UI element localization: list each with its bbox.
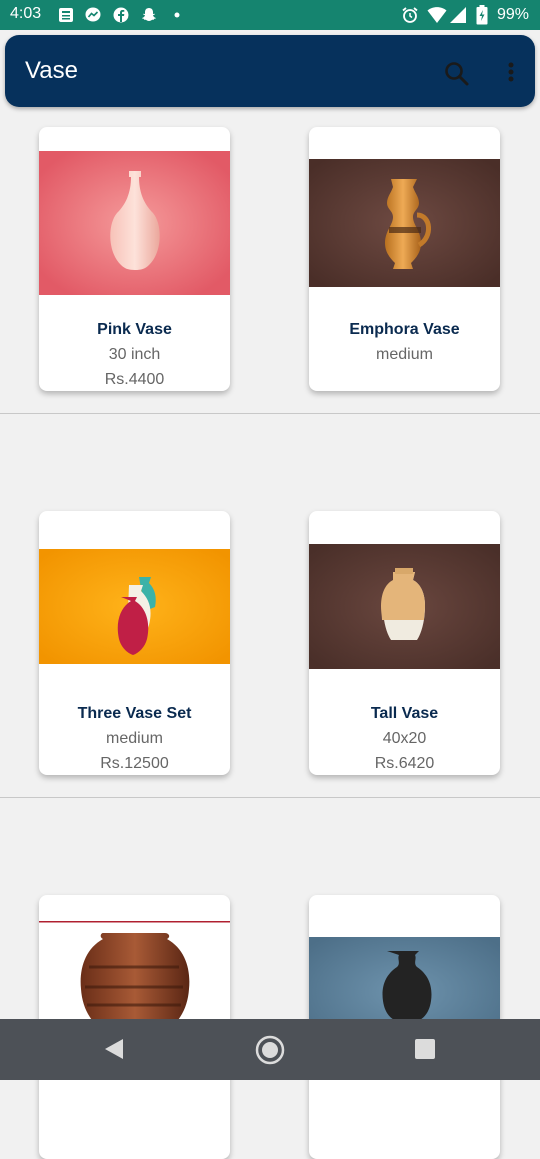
product-size: 40x20 — [382, 730, 427, 747]
product-image-tall-vase — [309, 544, 500, 669]
system-nav-bar — [0, 1019, 540, 1080]
app-title: Vase — [25, 57, 78, 84]
back-icon[interactable] — [103, 1038, 125, 1060]
messenger-icon — [85, 7, 101, 22]
product-size: medium — [376, 346, 433, 363]
facebook-icon — [113, 7, 129, 23]
status-time: 4:03 — [10, 5, 42, 22]
recents-icon[interactable] — [415, 1039, 435, 1059]
product-price: Rs.4400 — [104, 371, 165, 388]
product-name: Pink Vase — [97, 321, 172, 338]
alarm-icon — [402, 7, 418, 23]
product-name: Emphora Vase — [349, 321, 460, 338]
more-vert-icon[interactable] — [501, 60, 521, 88]
signal-icon — [450, 7, 466, 23]
product-image-emphora-vase — [309, 159, 500, 287]
product-image-pink-vase — [39, 151, 230, 295]
status-bar: 4:03 99% — [0, 0, 540, 30]
product-image-three-vase-set — [39, 549, 230, 664]
row-divider — [0, 413, 540, 414]
home-icon[interactable] — [254, 1034, 286, 1066]
row-divider — [0, 797, 540, 798]
product-price: Rs.12500 — [100, 755, 169, 772]
news-icon — [59, 8, 73, 22]
product-name: Three Vase Set — [77, 705, 192, 722]
product-card[interactable]: Emphora Vase medium — [309, 127, 500, 391]
app-bar: Vase — [5, 35, 535, 107]
product-card[interactable]: Three Vase Set medium Rs.12500 — [39, 511, 230, 775]
product-size: 30 inch — [108, 346, 161, 363]
search-icon[interactable] — [443, 60, 471, 88]
product-card[interactable]: Pink Vase 30 inch Rs.4400 — [39, 127, 230, 391]
battery-icon — [476, 5, 488, 25]
wifi-icon — [427, 7, 447, 23]
product-card[interactable]: Tall Vase 40x20 Rs.6420 — [309, 511, 500, 775]
dot-icon — [174, 12, 180, 18]
battery-percent: 99% — [497, 6, 530, 23]
product-price: Rs.6420 — [374, 755, 435, 772]
snapchat-icon — [142, 8, 156, 21]
product-name: Tall Vase — [370, 705, 439, 722]
product-size: medium — [106, 730, 163, 747]
